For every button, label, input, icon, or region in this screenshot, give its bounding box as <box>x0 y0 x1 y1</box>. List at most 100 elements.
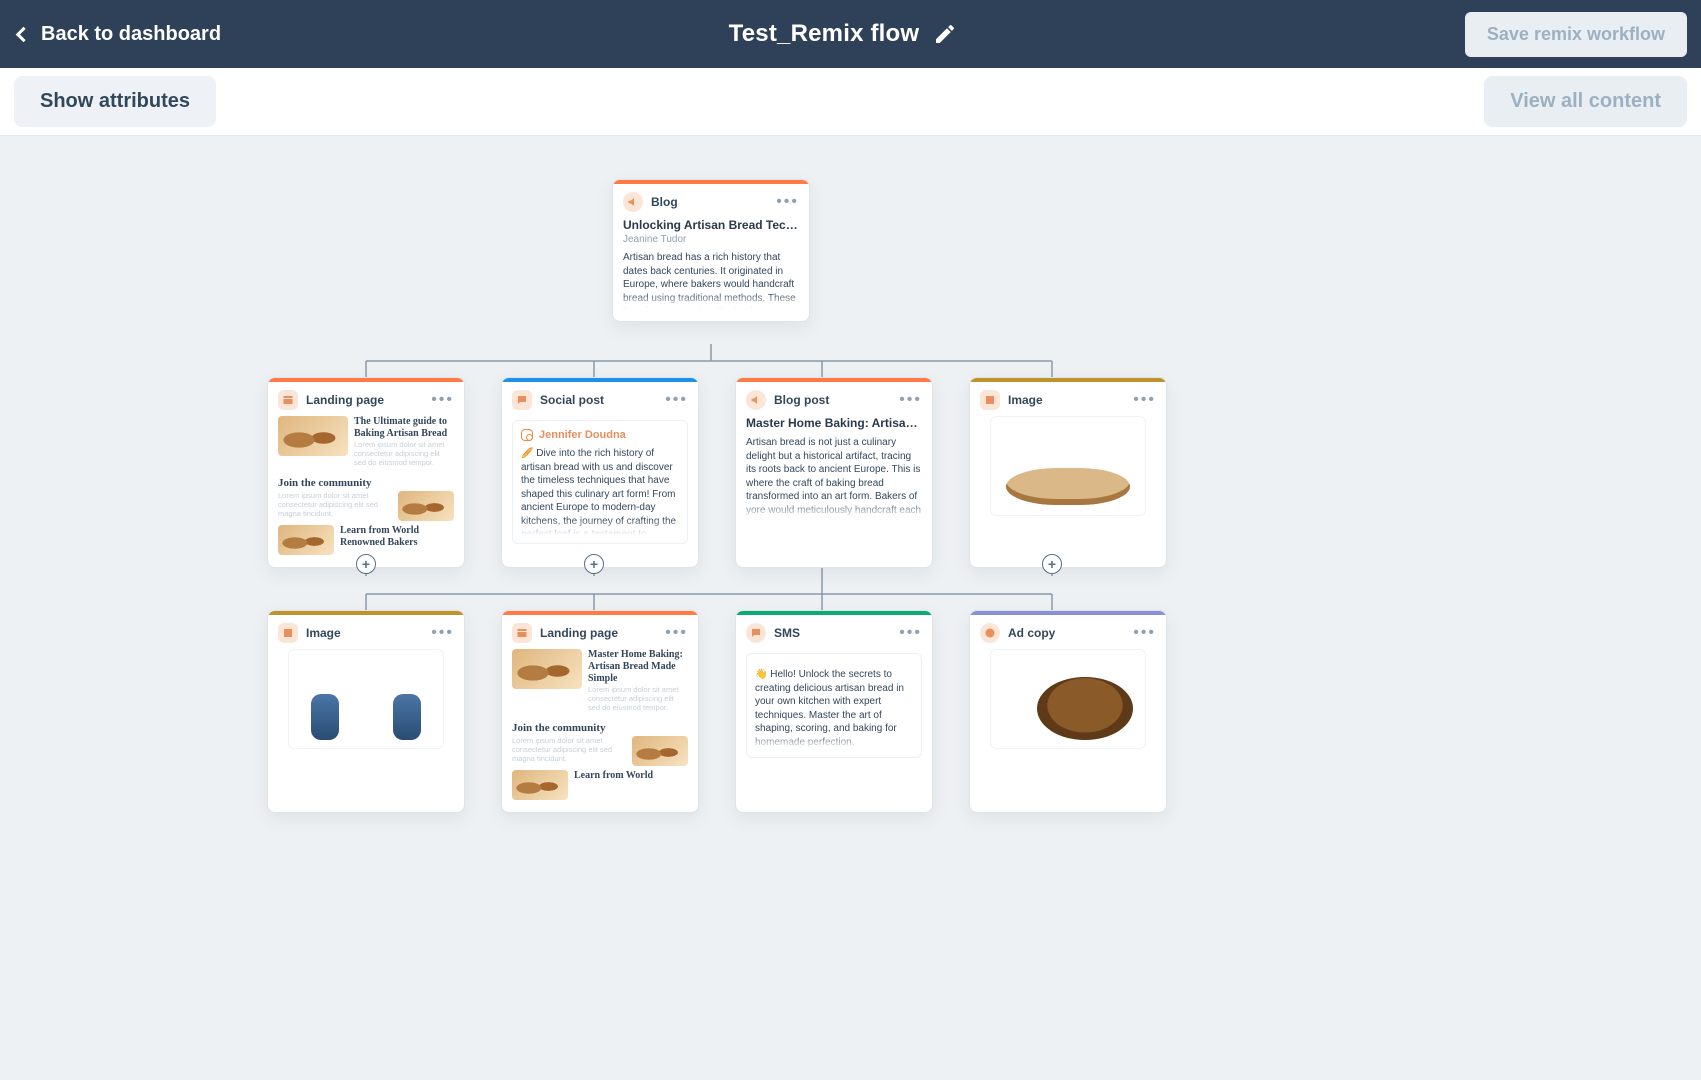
connector-lines <box>0 136 1701 1080</box>
add-node-button[interactable]: + <box>1042 554 1062 574</box>
flow-row-2: Image ••• Landing page ••• Master Home B… <box>267 610 1167 813</box>
node-card[interactable]: Landing page ••• Master Home Baking: Art… <box>501 610 699 813</box>
landing-preview: The Ultimate guide to Baking Artisan Bre… <box>278 416 454 555</box>
lp-headline: Master Home Baking: Artisan Bread Made S… <box>588 649 688 685</box>
card-more-menu[interactable]: ••• <box>431 396 454 404</box>
chevron-left-icon <box>16 26 32 42</box>
card-more-menu[interactable]: ••• <box>899 629 922 637</box>
image-preview <box>288 649 444 749</box>
placeholder-text: Lorem ipsum dolor sit amet consectetur a… <box>512 736 626 766</box>
image-preview <box>990 649 1146 749</box>
card-body: Master Home Baking: Artisan Bread Made S… <box>502 649 698 812</box>
card-type: Ad copy <box>1008 626 1055 640</box>
node-card[interactable]: Landing page ••• The Ultimate guide to B… <box>267 377 465 568</box>
card-header: Image ••• <box>268 615 464 649</box>
card-type: Social post <box>540 393 604 407</box>
card-header: Social post ••• <box>502 382 698 416</box>
card-more-menu[interactable]: ••• <box>665 629 688 637</box>
flow-row-1: Landing page ••• The Ultimate guide to B… <box>267 377 1167 568</box>
node-card[interactable]: SMS ••• 👋 Hello! Unlock the secrets to c… <box>735 610 933 813</box>
card-body: Master Home Baking: Artisan Ba… Artisan … <box>736 416 932 530</box>
social-text: 🥖 Dive into the rich history of artisan … <box>521 447 679 535</box>
card-more-menu[interactable]: ••• <box>776 198 799 206</box>
thumbnail-image <box>278 416 348 456</box>
card-header: Landing page ••• <box>268 382 464 416</box>
node-card[interactable]: Image ••• <box>267 610 465 813</box>
sms-text: 👋 Hello! Unlock the secrets to creating … <box>755 668 913 749</box>
lp-footer-headline: Learn from World Renowned Bakers <box>340 525 454 555</box>
workflow-title: Test_Remix flow <box>729 20 920 48</box>
instagram-icon <box>521 429 533 441</box>
add-node-button[interactable]: + <box>356 554 376 574</box>
thumbnail-image <box>632 736 688 766</box>
card-title: Unlocking Artisan Bread Technique… <box>623 218 799 232</box>
card-type: Blog post <box>774 393 829 407</box>
card-more-menu[interactable]: ••• <box>1133 396 1156 404</box>
card-body <box>970 416 1166 538</box>
node-card[interactable]: Image ••• <box>969 377 1167 568</box>
card-header: Blog post ••• <box>736 382 932 416</box>
card-body <box>970 649 1166 771</box>
card-header: Blog ••• <box>613 184 809 218</box>
browser-icon <box>278 390 298 410</box>
view-all-content-button[interactable]: View all content <box>1484 76 1687 127</box>
card-more-menu[interactable]: ••• <box>1133 629 1156 637</box>
node-card[interactable]: Blog ••• Unlocking Artisan Bread Techniq… <box>612 179 810 322</box>
card-body: Unlocking Artisan Bread Technique… Jeani… <box>613 218 809 321</box>
thumbnail-image <box>512 770 568 800</box>
card-header: Image ••• <box>970 382 1166 416</box>
image-icon <box>980 390 1000 410</box>
image-preview <box>990 416 1146 516</box>
card-body <box>268 649 464 771</box>
ad-icon <box>980 623 1000 643</box>
placeholder-text: Lorem ipsum dolor sit amet consectetur a… <box>588 685 688 712</box>
card-author: Jeanine Tudor <box>623 234 799 245</box>
card-title: Master Home Baking: Artisan Ba… <box>746 416 922 430</box>
edit-title-button[interactable] <box>933 22 957 46</box>
card-excerpt: Artisan bread has a rich history that da… <box>623 251 799 309</box>
card-body: 👋 Hello! Unlock the secrets to creating … <box>736 653 932 770</box>
thumbnail-image <box>398 491 454 521</box>
pencil-icon <box>933 22 957 46</box>
card-type: Image <box>1008 393 1043 407</box>
card-excerpt: Artisan bread is not just a culinary del… <box>746 436 922 518</box>
add-node-button[interactable]: + <box>584 554 604 574</box>
node-card[interactable]: Blog post ••• Master Home Baking: Artisa… <box>735 377 933 568</box>
card-type: Landing page <box>540 626 618 640</box>
back-to-dashboard-link[interactable]: Back to dashboard <box>18 23 221 46</box>
card-header: SMS ••• <box>736 615 932 649</box>
save-workflow-button[interactable]: Save remix workflow <box>1465 12 1687 57</box>
card-more-menu[interactable]: ••• <box>431 629 454 637</box>
social-preview: Jennifer Doudna 🥖 Dive into the rich his… <box>512 420 688 544</box>
placeholder-text: Lorem ipsum dolor sit amet consectetur a… <box>354 440 454 467</box>
chat-icon <box>512 390 532 410</box>
social-author: Jennifer Doudna <box>521 429 679 441</box>
card-more-menu[interactable]: ••• <box>665 396 688 404</box>
card-type: Image <box>306 626 341 640</box>
placeholder-text: Lorem ipsum dolor sit amet consectetur a… <box>278 491 392 521</box>
back-label: Back to dashboard <box>41 23 221 46</box>
flow-row-root: Blog ••• Unlocking Artisan Bread Techniq… <box>612 179 810 322</box>
canvas[interactable]: + + + Blog ••• Unlocking Artisan Bread T… <box>0 136 1701 1080</box>
card-more-menu[interactable]: ••• <box>899 396 922 404</box>
node-card[interactable]: Social post ••• Jennifer Doudna 🥖 Dive i… <box>501 377 699 568</box>
card-header: Ad copy ••• <box>970 615 1166 649</box>
lp-subhead: Join the community <box>512 722 688 734</box>
lp-footer-headline: Learn from World <box>574 770 688 800</box>
landing-preview: Master Home Baking: Artisan Bread Made S… <box>512 649 688 800</box>
card-header: Landing page ••• <box>502 615 698 649</box>
card-type: Landing page <box>306 393 384 407</box>
app-header: Back to dashboard Test_Remix flow Save r… <box>0 0 1701 68</box>
sms-preview: 👋 Hello! Unlock the secrets to creating … <box>746 653 922 758</box>
sms-icon <box>746 623 766 643</box>
image-icon <box>278 623 298 643</box>
toolbar: Show attributes View all content <box>0 68 1701 136</box>
card-body: Jennifer Doudna 🥖 Dive into the rich his… <box>502 420 698 556</box>
show-attributes-button[interactable]: Show attributes <box>14 76 216 127</box>
lp-headline: The Ultimate guide to Baking Artisan Bre… <box>354 416 454 440</box>
workflow-title-wrap: Test_Remix flow <box>729 20 958 48</box>
lp-subhead: Join the community <box>278 477 454 489</box>
thumbnail-image <box>278 525 334 555</box>
thumbnail-image <box>512 649 582 689</box>
node-card[interactable]: Ad copy ••• <box>969 610 1167 813</box>
